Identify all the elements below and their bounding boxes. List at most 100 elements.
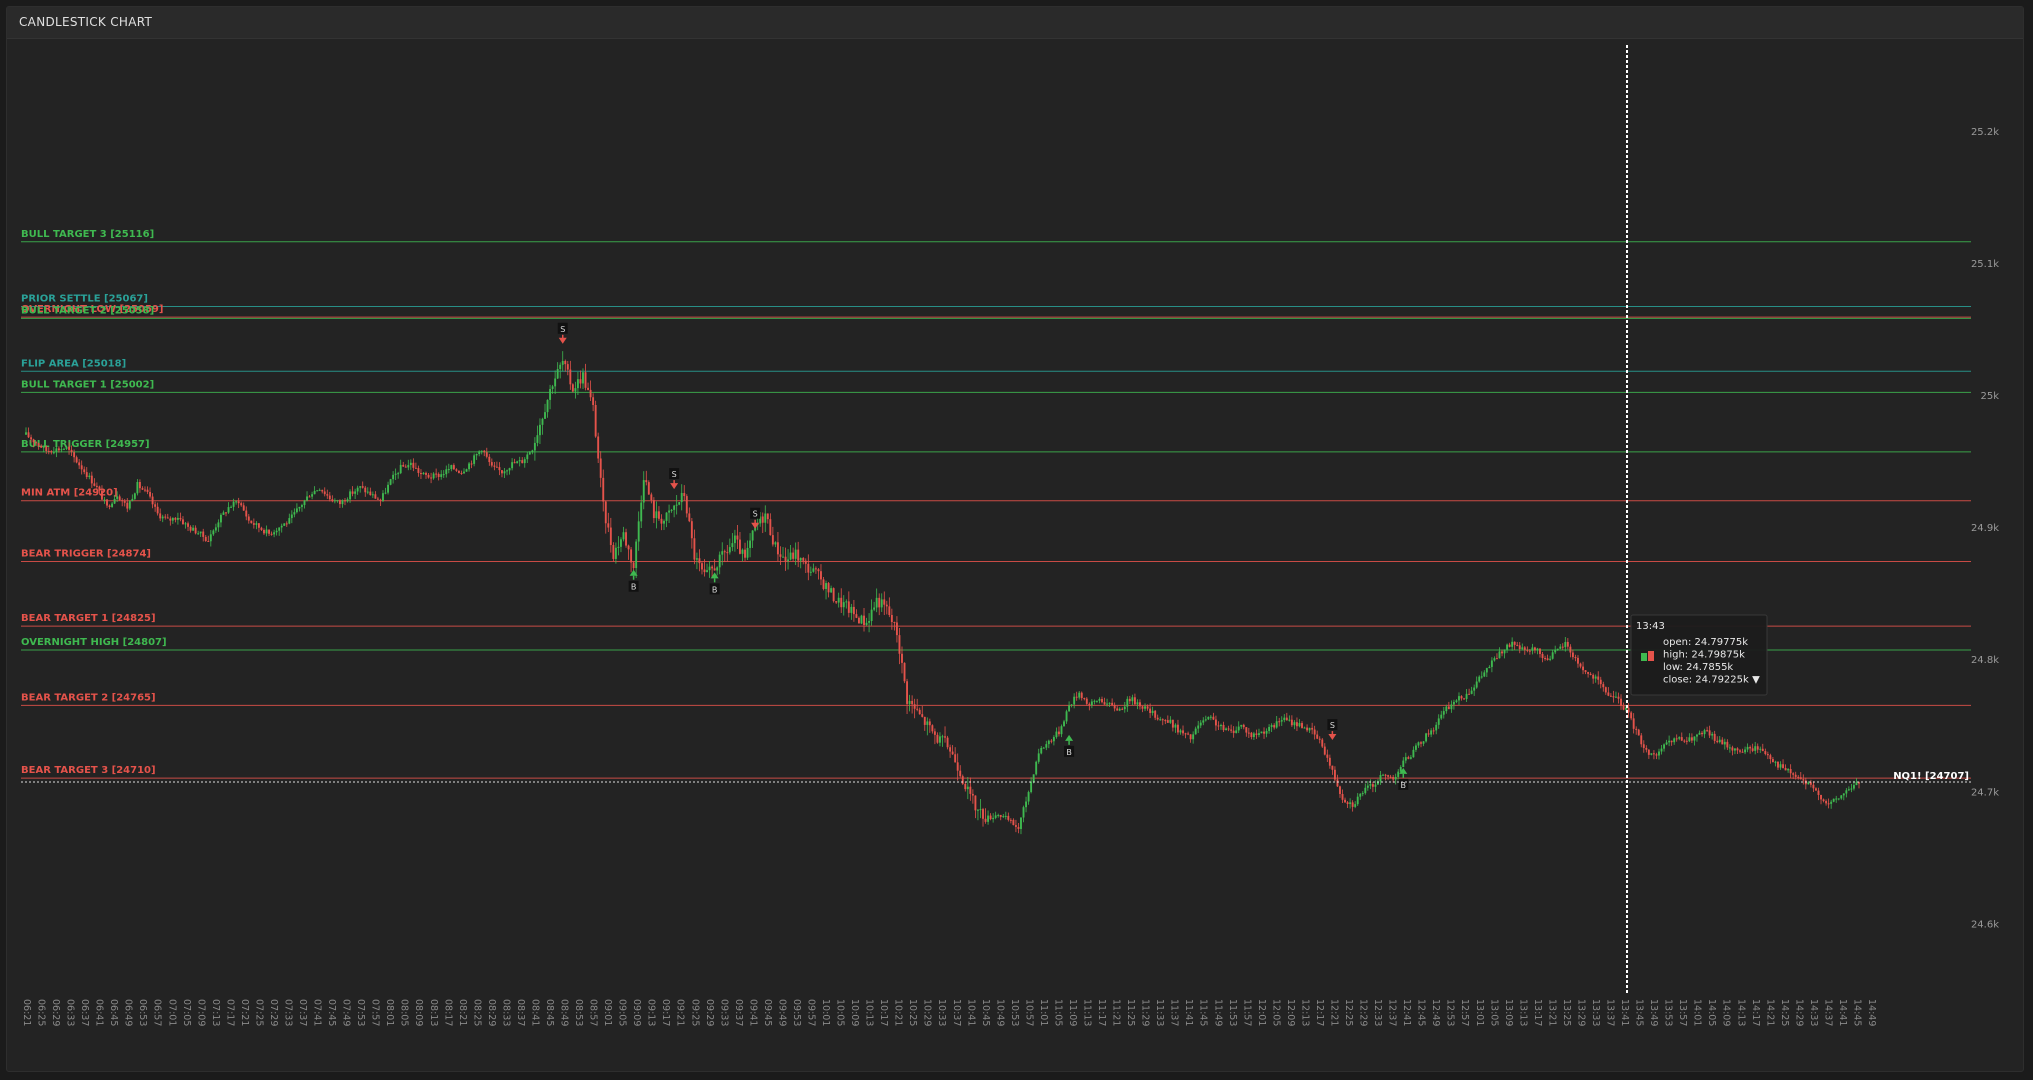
candle-body (921, 714, 924, 717)
candle-body (789, 552, 792, 560)
candle-body (427, 474, 430, 478)
candle-body (1445, 706, 1448, 712)
candle-body (63, 448, 65, 450)
candle-body (827, 583, 830, 593)
candle-body (936, 734, 939, 743)
candle-body (1303, 727, 1306, 729)
y-tick-label: 25.1k (1971, 259, 1999, 270)
candle-body (632, 562, 635, 569)
candle-body (240, 503, 243, 506)
candle-body (501, 470, 503, 474)
candle-body (1632, 718, 1635, 729)
candle-body (133, 493, 136, 499)
candle-body (1422, 741, 1425, 744)
candle-body (1103, 702, 1106, 705)
candle-body (845, 601, 848, 603)
candle-body (873, 607, 876, 610)
candle-body (1794, 774, 1797, 777)
tooltip-low: low: 24.7855k (1663, 662, 1733, 673)
candle-body (655, 511, 658, 519)
candle-body (295, 508, 298, 513)
candle-body (941, 736, 944, 738)
candle-body (1404, 757, 1407, 761)
x-tick-label: 07:57 (370, 999, 381, 1026)
candle-body (268, 529, 270, 534)
candle-body (799, 557, 802, 561)
candle-body (1496, 658, 1498, 660)
candle-body (1533, 647, 1536, 651)
candle-body (384, 492, 387, 494)
candle-body (837, 597, 840, 603)
candle-body (144, 489, 146, 491)
candle-body (551, 386, 554, 389)
candle-body (235, 501, 238, 503)
x-tick-label: 07:13 (210, 999, 221, 1026)
tooltip-time: 13:43 (1636, 621, 1665, 632)
candle-body (538, 424, 541, 436)
candle-body (1744, 749, 1747, 753)
candle-body (923, 716, 926, 725)
candle-body (136, 481, 139, 494)
candle-body (703, 569, 706, 573)
candle-body (113, 498, 116, 504)
candle-body (493, 465, 496, 467)
candle-body (169, 518, 172, 521)
candle-body (475, 453, 478, 456)
level-lines: BULL TARGET 3 [25116] PRIOR SETTLE [25067… (21, 229, 1971, 779)
candle-body (1288, 719, 1291, 721)
candle-body (1250, 732, 1253, 738)
x-tick-label: 07:21 (239, 999, 250, 1026)
candle-body (695, 558, 698, 560)
candle-body (1701, 732, 1703, 735)
candle-body (70, 449, 73, 453)
candlestick-chart[interactable]: BULL TARGET 3 [25116] PRIOR SETTLE [25067… (7, 7, 2023, 1071)
candle-body (1799, 777, 1802, 780)
candle-body (420, 472, 422, 475)
candle-body (98, 486, 101, 491)
candle-body (1255, 733, 1258, 735)
x-tick-label: 12:45 (1416, 999, 1427, 1026)
x-tick-label: 13:49 (1648, 999, 1659, 1026)
x-tick-label: 14:29 (1793, 999, 1804, 1026)
candle-body (1394, 776, 1397, 780)
candle-body (1546, 658, 1549, 660)
candle-body (797, 549, 800, 561)
candle-body (1789, 769, 1792, 774)
candle-body (931, 725, 934, 732)
candle-body (516, 461, 519, 464)
candle-body (371, 494, 374, 496)
x-tick-label: 14:13 (1735, 999, 1746, 1026)
candle-body (974, 795, 977, 811)
candle-body (1389, 776, 1392, 778)
candle-body (32, 439, 35, 443)
candle-body (313, 490, 316, 495)
candle-body (1460, 696, 1463, 699)
x-tick-label: 09:21 (675, 999, 686, 1026)
candle-body (1594, 676, 1597, 679)
candle-body (587, 387, 590, 390)
x-tick-label: 06:45 (108, 999, 119, 1026)
x-tick-label: 07:53 (355, 999, 366, 1026)
candle-body (1075, 696, 1078, 698)
candle-body (1194, 728, 1197, 735)
candle-body (1696, 734, 1698, 737)
candle-body (212, 530, 215, 535)
candle-body (523, 459, 526, 464)
candle-body (1536, 648, 1539, 651)
candle-body (683, 492, 686, 497)
candle-body (1263, 731, 1265, 734)
candle-body (280, 525, 283, 528)
x-tick-label: 14:37 (1822, 999, 1833, 1026)
x-tick-label: 09:25 (689, 999, 700, 1026)
candle-body (898, 635, 901, 654)
candle-body (731, 543, 734, 548)
candle-body (465, 469, 468, 472)
candle-body (290, 514, 293, 519)
x-tick-label: 11:29 (1140, 999, 1151, 1026)
candle-body (1128, 698, 1131, 702)
candle-body (1285, 717, 1288, 721)
candle-body (394, 473, 397, 475)
candle-body (354, 491, 357, 494)
signal-label: S (1330, 721, 1335, 730)
level-label: BULL TARGET 1 [25002] (21, 379, 154, 390)
